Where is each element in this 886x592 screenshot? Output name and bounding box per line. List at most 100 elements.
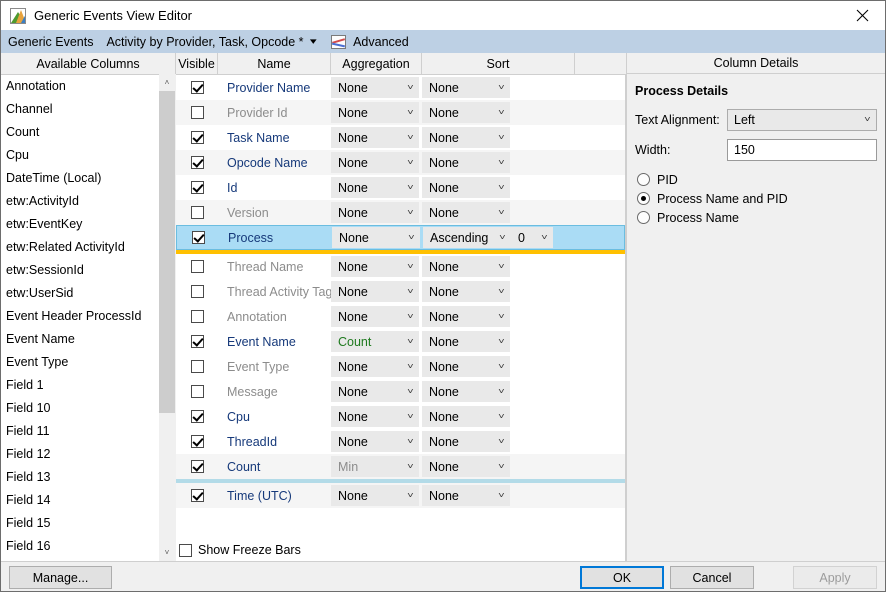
visible-checkbox[interactable] <box>191 460 204 473</box>
available-column-item[interactable]: Field 15 <box>1 512 175 535</box>
aggregation-select[interactable]: None˅ <box>331 202 419 223</box>
cancel-button[interactable]: Cancel <box>670 566 754 589</box>
column-name-cell[interactable]: Provider Name <box>218 81 331 95</box>
radio-button[interactable] <box>637 173 650 186</box>
visible-checkbox[interactable] <box>191 435 204 448</box>
visible-checkbox[interactable] <box>191 335 204 348</box>
sort-select[interactable]: Ascending˅ <box>423 227 511 248</box>
grid-header-aggregation[interactable]: Aggregation <box>331 53 422 74</box>
preset-dropdown[interactable]: Activity by Provider, Task, Opcode * ▾ <box>106 35 315 49</box>
visible-checkbox[interactable] <box>191 489 204 502</box>
visible-checkbox[interactable] <box>191 181 204 194</box>
aggregation-select[interactable]: None˅ <box>331 381 419 402</box>
aggregation-select[interactable]: None˅ <box>331 256 419 277</box>
table-row[interactable]: CountMin˅None˅ <box>176 454 625 479</box>
show-freeze-bars-checkbox[interactable] <box>179 544 192 557</box>
aggregation-select[interactable]: Count˅ <box>331 331 419 352</box>
sort-select[interactable]: None˅ <box>422 202 510 223</box>
visible-checkbox[interactable] <box>192 231 205 244</box>
column-name-cell[interactable]: Task Name <box>218 131 331 145</box>
available-column-item[interactable]: Field 14 <box>1 489 175 512</box>
sort-select[interactable]: None˅ <box>422 102 510 123</box>
sort-select[interactable]: None˅ <box>422 152 510 173</box>
sort-select[interactable]: None˅ <box>422 256 510 277</box>
table-row[interactable]: Provider IdNone˅None˅ <box>176 100 625 125</box>
table-row[interactable]: Event NameCount˅None˅ <box>176 329 625 354</box>
ok-button[interactable]: OK <box>580 566 664 589</box>
sort-select[interactable]: None˅ <box>422 77 510 98</box>
column-name-cell[interactable]: Process <box>219 231 332 245</box>
available-column-item[interactable]: Field 13 <box>1 466 175 489</box>
table-row[interactable]: Time (UTC)None˅None˅ <box>176 483 625 508</box>
available-column-item[interactable]: DateTime (Local) <box>1 167 175 190</box>
scrollbar-thumb[interactable] <box>159 91 175 413</box>
column-name-cell[interactable]: Thread Name <box>218 260 331 274</box>
width-input[interactable]: 150 <box>727 139 877 161</box>
available-column-item[interactable]: Event Type <box>1 351 175 374</box>
available-columns-scrollbar[interactable]: ˄ ˅ <box>159 74 175 561</box>
column-name-cell[interactable]: Cpu <box>218 410 331 424</box>
table-row[interactable]: Provider NameNone˅None˅ <box>176 75 625 100</box>
aggregation-select[interactable]: None˅ <box>331 152 419 173</box>
sort-select[interactable]: None˅ <box>422 331 510 352</box>
column-name-cell[interactable]: Message <box>218 385 331 399</box>
sort-select[interactable]: None˅ <box>422 306 510 327</box>
aggregation-select[interactable]: None˅ <box>331 77 419 98</box>
column-name-cell[interactable]: Thread Activity Tag <box>218 285 331 299</box>
available-column-item[interactable]: etw:Related ActivityId <box>1 236 175 259</box>
close-icon[interactable] <box>839 1 885 30</box>
sort-select[interactable]: None˅ <box>422 485 510 506</box>
sort-select[interactable]: None˅ <box>422 127 510 148</box>
radio-button[interactable] <box>637 211 650 224</box>
sort-index-select[interactable]: 0˅ <box>511 227 553 248</box>
table-row[interactable]: AnnotationNone˅None˅ <box>176 304 625 329</box>
visible-checkbox[interactable] <box>191 131 204 144</box>
grid-header-sort[interactable]: Sort <box>422 53 575 74</box>
aggregation-select[interactable]: None˅ <box>332 227 420 248</box>
visible-checkbox[interactable] <box>191 410 204 423</box>
column-name-cell[interactable]: ThreadId <box>218 435 331 449</box>
sort-select[interactable]: None˅ <box>422 406 510 427</box>
column-name-cell[interactable]: Count <box>218 460 331 474</box>
advanced-button[interactable]: Advanced <box>331 35 409 49</box>
column-name-cell[interactable]: Event Name <box>218 335 331 349</box>
aggregation-select[interactable]: None˅ <box>331 306 419 327</box>
table-row[interactable]: Thread Activity TagNone˅None˅ <box>176 279 625 304</box>
available-column-item[interactable]: Field 10 <box>1 397 175 420</box>
table-row[interactable]: Thread NameNone˅None˅ <box>176 254 625 279</box>
table-row[interactable]: Event TypeNone˅None˅ <box>176 354 625 379</box>
radio-option-pid[interactable]: PID <box>635 170 877 189</box>
sort-select[interactable]: None˅ <box>422 281 510 302</box>
table-row[interactable]: CpuNone˅None˅ <box>176 404 625 429</box>
aggregation-select[interactable]: None˅ <box>331 485 419 506</box>
table-row[interactable]: Task NameNone˅None˅ <box>176 125 625 150</box>
available-column-item[interactable]: Field 11 <box>1 420 175 443</box>
available-column-item[interactable]: Count <box>1 121 175 144</box>
aggregation-select[interactable]: None˅ <box>331 431 419 452</box>
aggregation-select[interactable]: Min˅ <box>331 456 419 477</box>
sort-select[interactable]: None˅ <box>422 456 510 477</box>
available-column-item[interactable]: etw:SessionId <box>1 259 175 282</box>
available-column-item[interactable]: Field 12 <box>1 443 175 466</box>
available-column-item[interactable]: Cpu <box>1 144 175 167</box>
visible-checkbox[interactable] <box>191 285 204 298</box>
radio-option-process-name[interactable]: Process Name <box>635 208 877 227</box>
sort-select[interactable]: None˅ <box>422 356 510 377</box>
text-alignment-select[interactable]: Left ˅ <box>727 109 877 131</box>
table-row[interactable]: IdNone˅None˅ <box>176 175 625 200</box>
column-name-cell[interactable]: Opcode Name <box>218 156 331 170</box>
available-column-item[interactable]: Annotation <box>1 75 175 98</box>
sort-select[interactable]: None˅ <box>422 431 510 452</box>
aggregation-select[interactable]: None˅ <box>331 406 419 427</box>
grid-header-visible[interactable]: Visible <box>176 53 218 74</box>
visible-checkbox[interactable] <box>191 206 204 219</box>
sort-select[interactable]: None˅ <box>422 177 510 198</box>
manage-button[interactable]: Manage... <box>9 566 112 589</box>
column-name-cell[interactable]: Provider Id <box>218 106 331 120</box>
column-name-cell[interactable]: Annotation <box>218 310 331 324</box>
available-column-item[interactable]: Channel <box>1 98 175 121</box>
available-column-item[interactable]: Event Header ProcessId <box>1 305 175 328</box>
column-name-cell[interactable]: Id <box>218 181 331 195</box>
available-column-item[interactable]: etw:UserSid <box>1 282 175 305</box>
visible-checkbox[interactable] <box>191 260 204 273</box>
